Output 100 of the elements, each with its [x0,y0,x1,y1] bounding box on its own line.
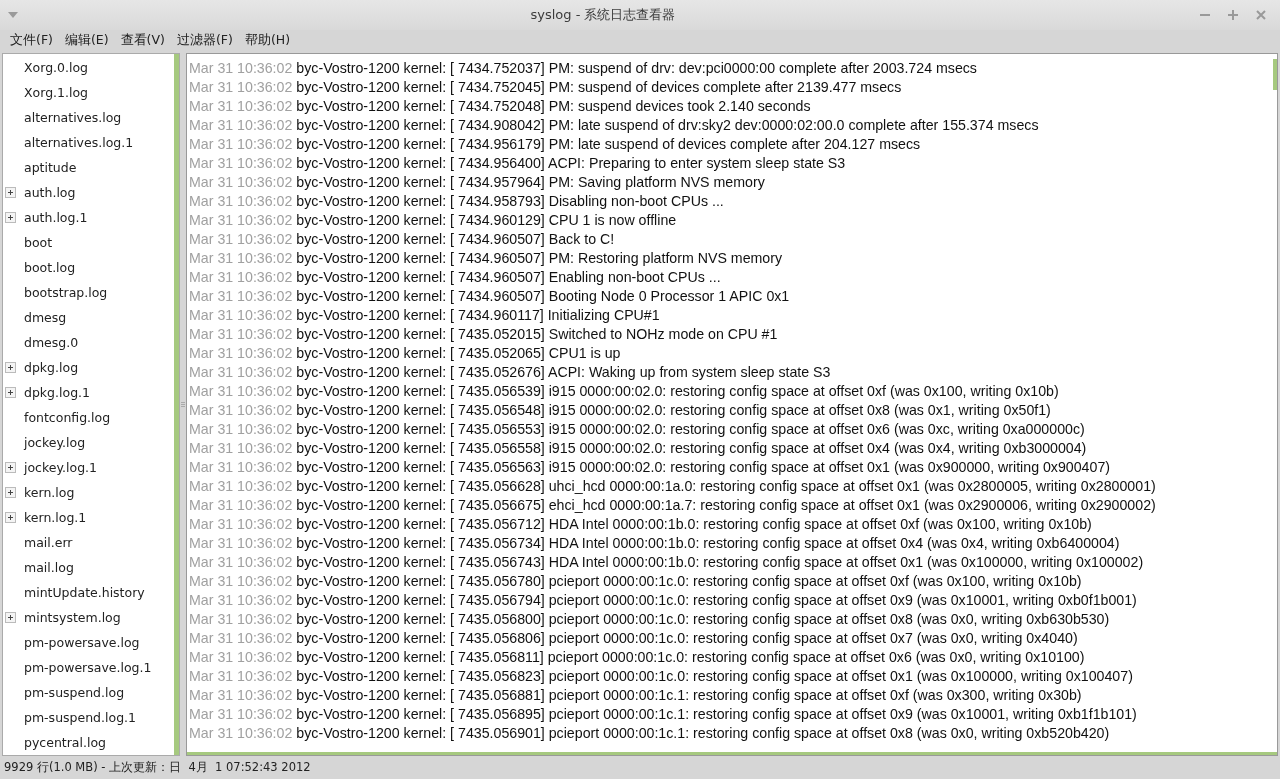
log-message: byc-Vostro-1200 kernel: [ 7434.908042] PM: late suspend of drv:sky2 dev:0000:02:00.0 complete after 155.374 msecs [296,116,1039,133]
log-message: byc-Vostro-1200 kernel: [ 7434.752048] PM: suspend devices took 2.140 seconds [296,97,811,114]
log-message: byc-Vostro-1200 kernel: [ 7435.056628] uhci_hcd 0000:00:1a.0: restoring config space at offset 0x1 (was 0x2800005, writing 0x2800001) [296,477,1156,494]
log-timestamp: Mar 31 10:36:02 [189,78,293,95]
log-timestamp: Mar 31 10:36:02 [189,287,293,304]
log-timestamp: Mar 31 10:36:02 [189,667,293,684]
window-title: syslog - 系统日志查看器 [529,6,677,24]
log-file-item[interactable]: dpkg.log [3,355,174,380]
log-message: byc-Vostro-1200 kernel: [ 7435.052015] Switched to NOHz mode on CPU #1 [296,325,778,342]
menu-item[interactable]: 过滤器(F) [170,31,239,49]
log-file-item[interactable]: Xorg.0.log [3,55,174,80]
log-message: byc-Vostro-1200 kernel: [ 7435.056734] HDA Intel 0000:00:1b.0: restoring config space at offset 0x4 (was 0x4, writing 0xb6400004) [296,534,1120,551]
log-timestamp: Mar 31 10:36:02 [189,344,293,361]
log-message: byc-Vostro-1200 kernel: [ 7435.056895] pcieport 0000:00:1c.1: restoring config space at offset 0x9 (was 0x10001, writing 0xb1f1b101) [296,705,1137,722]
log-file-item[interactable]: fontconfig.log [3,405,174,430]
log-message: byc-Vostro-1200 kernel: [ 7434.960129] CPU 1 is now offline [296,211,677,228]
scrollbar[interactable] [1273,59,1277,90]
log-timestamp: Mar 31 10:36:02 [189,135,293,152]
log-file-item[interactable]: mail.log [3,555,174,580]
expand-icon[interactable] [5,187,16,198]
log-timestamp: Mar 31 10:36:02 [189,439,293,456]
log-timestamp: Mar 31 10:36:02 [189,382,293,399]
pane-handle-icon[interactable] [181,401,185,408]
log-timestamp: Mar 31 10:36:02 [189,230,293,247]
log-message: byc-Vostro-1200 kernel: [ 7434.956179] PM: late suspend of devices complete after 204.127 msecs [296,135,921,152]
log-file-item[interactable]: pycentral.log [3,730,174,755]
log-message: byc-Vostro-1200 kernel: [ 7434.960507] Enabling non-boot CPUs ... [296,268,721,285]
expand-icon[interactable] [5,462,16,473]
log-file-item[interactable]: jockey.log.1 [3,455,174,480]
log-message: byc-Vostro-1200 kernel: [ 7435.056901] pcieport 0000:00:1c.1: restoring config space at offset 0x8 (was 0x0, writing 0xb520b420) [296,724,1110,741]
log-message: byc-Vostro-1200 kernel: [ 7435.056806] pcieport 0000:00:1c.0: restoring config space at offset 0x7 (was 0x0, writing 0x4040) [296,629,1078,646]
expand-icon[interactable] [5,612,16,623]
log-message: byc-Vostro-1200 kernel: [ 7434.752037] PM: suspend of drv: dev:pci0000:00 complete after 2003.724 msecs [296,59,977,76]
log-message: byc-Vostro-1200 kernel: [ 7435.056823] pcieport 0000:00:1c.0: restoring config space at offset 0x1 (was 0x100000, writing 0x100407) [296,667,1133,684]
log-message: byc-Vostro-1200 kernel: [ 7434.958793] Disabling non-boot CPUs ... [296,192,724,209]
log-timestamp: Mar 31 10:36:02 [189,724,293,741]
log-message: byc-Vostro-1200 kernel: [ 7435.052676] ACPI: Waking up from system sleep state S3 [296,363,831,380]
scrollbar[interactable] [187,752,1277,755]
log-file-item[interactable]: alternatives.log [3,105,174,130]
expand-icon[interactable] [5,512,16,523]
log-message: byc-Vostro-1200 kernel: [ 7435.056800] pcieport 0000:00:1c.0: restoring config space at offset 0x8 (was 0x0, writing 0xb630b530) [296,610,1110,627]
expand-icon[interactable] [5,487,16,498]
log-file-item[interactable]: aptitude [3,155,174,180]
log-message: byc-Vostro-1200 kernel: [ 7434.960507] PM: Restoring platform NVS memory [296,249,783,266]
log-file-item[interactable]: dmesg.0 [3,330,174,355]
status-text: 9929 行(1.0 MB) - 上次更新：日 4月 1 07:52:43 2012 [3,759,312,776]
log-message: byc-Vostro-1200 kernel: [ 7434.960117] Initializing CPU#1 [296,306,660,323]
log-message: byc-Vostro-1200 kernel: [ 7435.056811] pcieport 0000:00:1c.0: restoring config space at offset 0x6 (was 0x0, writing 0x10100) [296,648,1085,665]
log-file-item[interactable]: mintUpdate.history [3,580,174,605]
log-timestamp: Mar 31 10:36:02 [189,591,293,608]
log-file-item[interactable]: pm-powersave.log.1 [3,655,174,680]
log-file-item[interactable]: dpkg.log.1 [3,380,174,405]
log-file-item[interactable]: pm-suspend.log [3,680,174,705]
log-file-item[interactable]: jockey.log [3,430,174,455]
log-file-item[interactable]: auth.log [3,180,174,205]
log-message: byc-Vostro-1200 kernel: [ 7435.056881] pcieport 0000:00:1c.1: restoring config space at offset 0xf (was 0x300, writing 0x30b) [296,686,1082,703]
expand-icon[interactable] [5,362,16,373]
log-file-item[interactable]: boot.log [3,255,174,280]
log-message: byc-Vostro-1200 kernel: [ 7434.752045] PM: suspend of devices complete after 2139.477 msecs [296,78,902,95]
log-message: byc-Vostro-1200 kernel: [ 7435.056539] i915 0000:00:02.0: restoring config space at offset 0xf (was 0x100, writing 0x10b) [296,382,1059,399]
log-file-item[interactable]: mail.err [3,530,174,555]
log-message: byc-Vostro-1200 kernel: [ 7434.960507] Back to C! [296,230,615,247]
log-message: byc-Vostro-1200 kernel: [ 7434.960507] Booting Node 0 Processor 1 APIC 0x1 [296,287,790,304]
log-file-item[interactable]: Xorg.1.log [3,80,174,105]
log-timestamp: Mar 31 10:36:02 [189,515,293,532]
log-timestamp: Mar 31 10:36:02 [189,553,293,570]
menu-item[interactable]: 文件(F) [4,31,59,49]
expand-icon[interactable] [5,387,16,398]
expand-icon[interactable] [5,212,16,223]
log-timestamp: Mar 31 10:36:02 [189,173,293,190]
log-file-item[interactable]: alternatives.log.1 [3,130,174,155]
log-file-item[interactable]: boot [3,230,174,255]
log-message: byc-Vostro-1200 kernel: [ 7435.056743] HDA Intel 0000:00:1b.0: restoring config space at offset 0x1 (was 0x100000, writing 0x100002) [296,553,1144,570]
log-timestamp: Mar 31 10:36:02 [189,154,293,171]
log-file-item[interactable]: bootstrap.log [3,280,174,305]
log-timestamp: Mar 31 10:36:02 [189,610,293,627]
log-timestamp: Mar 31 10:36:02 [189,496,293,513]
menu-item[interactable]: 查看(V) [114,31,171,49]
menu-item[interactable]: 编辑(E) [58,31,115,49]
log-file-item[interactable]: pm-powersave.log [3,630,174,655]
log-timestamp: Mar 31 10:36:02 [189,249,293,266]
log-message: byc-Vostro-1200 kernel: [ 7435.056712] HDA Intel 0000:00:1b.0: restoring config space at offset 0xf (was 0x100, writing 0x10b) [296,515,1092,532]
log-file-item[interactable]: pm-suspend.log.1 [3,705,174,730]
log-file-item[interactable]: auth.log.1 [3,205,174,230]
log-message: byc-Vostro-1200 kernel: [ 7434.956400] ACPI: Preparing to enter system sleep state S3 [296,154,846,171]
log-timestamp: Mar 31 10:36:02 [189,97,293,114]
log-timestamp: Mar 31 10:36:02 [189,686,293,703]
log-file-item[interactable]: dmesg [3,305,174,330]
log-timestamp: Mar 31 10:36:02 [189,629,293,646]
log-timestamp: Mar 31 10:36:02 [189,648,293,665]
log-message: byc-Vostro-1200 kernel: [ 7435.052065] CPU1 is up [296,344,621,361]
menu-item[interactable]: 帮助(H) [238,31,297,49]
scrollbar[interactable] [174,54,179,755]
log-timestamp: Mar 31 10:36:02 [189,192,293,209]
log-file-item[interactable]: kern.log.1 [3,505,174,530]
log-message: byc-Vostro-1200 kernel: [ 7435.056548] i915 0000:00:02.0: restoring config space at offset 0x8 (was 0x1, writing 0x50f1) [296,401,1051,418]
log-file-item[interactable]: mintsystem.log [3,605,174,630]
log-file-item[interactable]: kern.log [3,480,174,505]
log-timestamp: Mar 31 10:36:02 [189,420,293,437]
log-message: byc-Vostro-1200 kernel: [ 7435.056563] i915 0000:00:02.0: restoring config space at offset 0x1 (was 0x900000, writing 0x900407) [296,458,1111,475]
